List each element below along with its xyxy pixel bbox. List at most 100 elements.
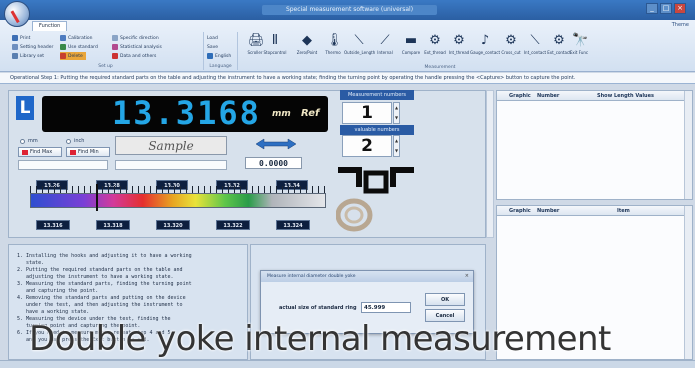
delete-icon <box>60 53 66 59</box>
data-others-button[interactable]: Data and others <box>112 52 156 60</box>
note-field[interactable] <box>18 160 108 170</box>
measurement-numbers-value[interactable]: 1 <box>342 102 392 124</box>
scale-tick-bottom: 13.320 <box>156 220 190 230</box>
find-min-button[interactable]: Find Min <box>66 147 110 157</box>
group-caption-measurement: Measurement <box>424 65 456 70</box>
maximize-button[interactable]: □ <box>660 3 672 14</box>
measured-value: 13.3168 <box>112 94 261 132</box>
library-icon <box>12 53 18 59</box>
cross-cut-icon: ⚙ <box>505 33 517 48</box>
stopcontrol-button[interactable]: Ⅱ Stopcontrol <box>260 32 290 62</box>
axis-badge: L <box>16 96 34 120</box>
direction-arrows-icon <box>256 138 296 150</box>
statistics-icon <box>112 44 118 50</box>
close-button[interactable]: × <box>674 3 686 14</box>
measurement-spinner[interactable]: ▲ ▼ <box>393 102 400 124</box>
thread-icon: ⚙ <box>453 33 465 48</box>
theme-menu[interactable]: Theme <box>672 22 689 28</box>
group-caption-language: Language <box>209 64 232 69</box>
column-header[interactable]: Graphic <box>509 93 531 99</box>
ribbon-group-setup: Print Setting header Library set Calibra… <box>8 32 204 70</box>
load-button[interactable]: Load <box>207 34 218 42</box>
specific-direction-button[interactable]: Specific direction <box>112 34 159 42</box>
save-button[interactable]: Save <box>207 43 218 51</box>
ribbon-group-language: Load Save English Language <box>204 32 238 70</box>
ok-button[interactable]: OK <box>425 293 465 306</box>
setting-header-button[interactable]: Setting header <box>12 43 53 51</box>
color-scale-bar <box>30 193 326 208</box>
double-yoke-icon <box>336 167 414 232</box>
radio-dot <box>66 138 71 144</box>
scale-tick-bottom: 13.316 <box>36 220 70 230</box>
column-header[interactable]: Graphic <box>509 208 531 214</box>
table-header: Graphic Number Item <box>497 206 692 216</box>
radio-dot <box>20 138 25 144</box>
step-line: 4. Removing the standard parts and putti… <box>17 295 186 301</box>
calibration-icon <box>60 35 66 41</box>
radio-mm[interactable]: mm <box>20 138 38 144</box>
outside-length-icon: ⟍ <box>354 33 364 48</box>
title-bar: Special measurement software (universal)… <box>0 0 695 20</box>
dialog-close-button[interactable]: × <box>465 273 469 279</box>
delete-button[interactable]: Delete <box>60 52 86 60</box>
exit-func-button[interactable]: 🔭 Exit Func <box>564 32 594 62</box>
data-icon <box>112 53 118 59</box>
panel-scrollbar[interactable] <box>486 90 494 238</box>
statistical-analysis-button[interactable]: Statistical analysis <box>112 43 162 51</box>
ring-size-label: actual size of standard ring <box>279 305 357 311</box>
radio-inch[interactable]: inch <box>66 138 84 144</box>
standard-icon <box>60 44 66 50</box>
column-header[interactable]: Item <box>617 208 630 214</box>
find-max-button[interactable]: Find Max <box>18 147 62 157</box>
thread-icon: ⚙ <box>429 33 441 48</box>
library-set-button[interactable]: Library set <box>12 52 44 60</box>
step-line: 2. Putting the required standard parts o… <box>17 267 183 273</box>
scale-tick-bottom: 13.318 <box>96 220 130 230</box>
dialog-title: Measure internal diameter double yoke <box>261 271 473 282</box>
gauge-icon: ♪ <box>480 33 490 48</box>
step-line: state. <box>17 260 45 266</box>
valuable-spinner[interactable]: ▲ ▼ <box>393 135 400 157</box>
window-title: Special measurement software (universal) <box>262 5 437 15</box>
column-header[interactable]: Show Length Values <box>597 93 654 99</box>
table-header: Graphic Number Show Length Values <box>497 91 692 101</box>
print-button[interactable]: Print <box>12 34 30 42</box>
printer-icon <box>12 35 18 41</box>
header-icon <box>12 44 18 50</box>
minimize-button[interactable]: _ <box>646 3 658 14</box>
ribbon: Function Theme Print Setting header Libr… <box>0 20 695 72</box>
zero-icon: ◆ <box>302 33 312 48</box>
direction-icon <box>112 35 118 41</box>
compare-icon: ▬ <box>404 33 418 48</box>
step-line: and capturing the point. <box>17 288 99 294</box>
scale-needle <box>96 184 98 211</box>
step-line: adjusting the instrument to have a worki… <box>17 274 174 280</box>
scale-ruler <box>30 186 326 193</box>
valuable-numbers-label: valuable numbers <box>340 125 414 135</box>
column-header[interactable]: Number <box>537 208 559 214</box>
use-standard-button[interactable]: Use standard <box>60 43 98 51</box>
step-line: 3. Measuring the standard parts, finding… <box>17 281 192 287</box>
ring-size-input[interactable]: 45.999 <box>361 302 411 313</box>
column-header[interactable]: Number <box>537 93 559 99</box>
contact-icon: ⟍ <box>530 33 540 48</box>
image-caption: Double yoke internal measurement <box>29 319 611 359</box>
step-line: under the test, and then adjusting the i… <box>17 302 183 308</box>
calibration-button[interactable]: Calibration <box>60 34 92 42</box>
table-scrollbar[interactable] <box>684 91 692 199</box>
internal-icon: ⟋ <box>380 33 390 48</box>
step-line: 1. Installing the hooks and adjusting it… <box>17 253 192 259</box>
unit-label: mm <box>272 109 291 119</box>
sample-field[interactable] <box>115 160 227 170</box>
instruction-bar: Operational Step 1: Putting the required… <box>0 73 695 84</box>
flag-icon <box>22 149 28 155</box>
status-bar <box>0 360 695 368</box>
measurement-numbers-label: Measurement numbers <box>340 90 414 100</box>
tab-function[interactable]: Function <box>32 21 68 31</box>
flag-icon <box>70 149 76 155</box>
globe-icon <box>207 53 213 59</box>
table-scrollbar[interactable] <box>684 206 692 359</box>
valuable-numbers-value[interactable]: 2 <box>342 135 392 157</box>
app-menu-button[interactable] <box>4 1 30 27</box>
language-select[interactable]: English <box>207 52 231 60</box>
